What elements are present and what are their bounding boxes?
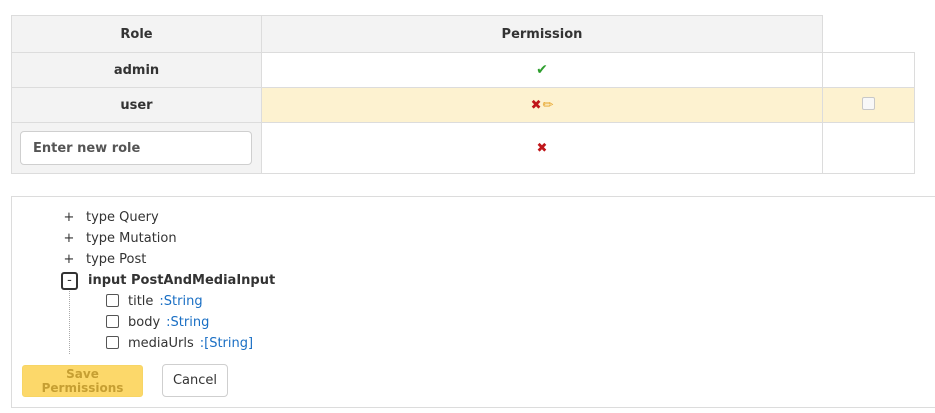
table-header-row: Role Permission: [11, 15, 915, 53]
cross-icon: ✖: [530, 97, 542, 113]
permission-column-header: Permission: [261, 15, 823, 53]
new-role-input[interactable]: [20, 131, 252, 165]
table-row-new-role: ✖: [11, 122, 915, 174]
field-checkbox[interactable]: [106, 294, 119, 307]
table-row-user: user ✖✏: [11, 87, 915, 123]
permission-cell-new-role[interactable]: ✖: [261, 122, 823, 174]
field-type: :[String]: [199, 336, 254, 351]
extra-cell-user: [822, 87, 915, 123]
permissions-table: Role Permission admin ✔ user ✖✏ ✖: [11, 15, 915, 174]
tree-node-label[interactable]: type Post: [86, 252, 146, 267]
schema-tree-panel: + type Query + type Mutation + type Post -i…: [11, 196, 935, 408]
tree-node-post-and-media-input: - input PostAndMediaInput: [61, 270, 275, 291]
field-type: :String: [159, 294, 203, 309]
expand-toggle[interactable]: +: [62, 249, 76, 270]
permission-cell-admin[interactable]: ✔: [261, 52, 823, 88]
table-row-admin: admin ✔: [11, 52, 915, 88]
role-column-header: Role: [11, 15, 262, 53]
schema-tree: + type Query + type Mutation + type Post -i…: [61, 207, 275, 354]
cancel-button[interactable]: Cancel: [162, 364, 228, 397]
field-checkbox[interactable]: [106, 315, 119, 328]
role-name-user: user: [11, 87, 262, 123]
field-name: body: [128, 315, 161, 330]
role-name-admin: admin: [11, 52, 262, 88]
extra-column-header: [822, 15, 915, 53]
field-media-urls: mediaUrls :[String]: [106, 333, 275, 354]
tree-node-children: title :String body :String mediaUrls :[Stri…: [69, 291, 275, 354]
collapse-toggle[interactable]: -: [61, 271, 78, 290]
tree-node-mutation: + type Mutation: [62, 228, 275, 249]
tree-node-label[interactable]: input PostAndMediaInput: [88, 273, 275, 288]
new-role-cell: [11, 122, 262, 174]
permissions-editor: Role Permission admin ✔ user ✖✏ ✖: [0, 0, 935, 413]
field-title: title :String: [106, 291, 275, 312]
extra-cell-admin: [822, 52, 915, 88]
field-name: mediaUrls: [128, 336, 194, 351]
extra-cell-new-role: [822, 122, 915, 174]
field-checkbox[interactable]: [106, 336, 119, 349]
cross-icon: ✖: [536, 140, 548, 156]
tree-node-query: + type Query: [62, 207, 275, 228]
row-select-checkbox[interactable]: [862, 96, 875, 110]
field-type: :String: [166, 315, 210, 330]
field-name: title: [128, 294, 154, 309]
tree-node-label[interactable]: type Query: [86, 210, 159, 225]
permission-cell-user[interactable]: ✖✏: [261, 87, 823, 123]
tree-node-post: + type Post: [62, 249, 275, 270]
pencil-icon[interactable]: ✏: [543, 98, 554, 113]
tree-node-label[interactable]: type Mutation: [86, 231, 177, 246]
expand-toggle[interactable]: +: [62, 207, 76, 228]
check-icon: ✔: [536, 62, 548, 78]
expand-toggle[interactable]: +: [62, 228, 76, 249]
save-permissions-button[interactable]: Save Permissions: [22, 365, 143, 397]
field-body: body :String: [106, 312, 275, 333]
